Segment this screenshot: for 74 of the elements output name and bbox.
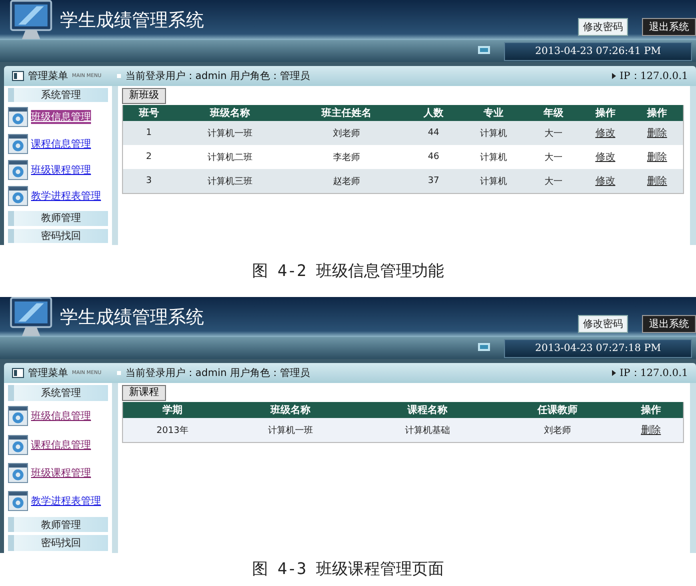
change-password-button[interactable]: 修改密码 <box>578 18 628 36</box>
figure-caption: 图 4-3 班级课程管理页面 <box>252 559 444 580</box>
figure-caption: 图 4-2 班级信息管理功能 <box>252 260 444 282</box>
menu-section[interactable]: 教师管理 <box>8 211 108 226</box>
column-header: 人数 <box>408 105 460 121</box>
table-cell: 计算机 <box>459 121 528 145</box>
column-header: 操作 <box>631 105 683 121</box>
menu-section[interactable]: 系统管理 <box>8 385 108 401</box>
table-cell: 计算机一班 <box>222 418 360 442</box>
table-link[interactable]: 删除 <box>640 425 661 436</box>
table-cell: 刘老师 <box>496 418 619 442</box>
menu-section[interactable]: 密码找回 <box>8 535 108 551</box>
column-header: 年级 <box>528 105 580 121</box>
app-title: 学生成绩管理系统 <box>60 9 204 32</box>
table-cell: 44 <box>408 121 460 145</box>
table-link[interactable]: 删除 <box>647 128 668 139</box>
menu-link[interactable]: 课程信息管理 <box>31 136 91 151</box>
menu-section[interactable]: 密码找回 <box>8 228 108 244</box>
column-header: 课程名称 <box>359 402 496 418</box>
table-cell: 计算机 <box>459 169 528 193</box>
table-cell: 李老师 <box>285 145 408 169</box>
user-info: 当前登录用户：admin 用户角色：管理员 <box>125 366 310 380</box>
add-button[interactable]: 新课程 <box>122 385 166 401</box>
menu-link[interactable]: 班级信息管理 <box>31 409 91 424</box>
menu-link[interactable]: 教学进程表管理 <box>31 494 101 508</box>
table-cell: 2 <box>123 145 175 169</box>
menu-section[interactable]: 系统管理 <box>8 88 108 102</box>
app-title: 学生成绩管理系统 <box>60 306 204 329</box>
table-cell: 1 <box>123 121 175 145</box>
table-cell: 大一 <box>528 145 580 169</box>
add-button[interactable]: 新班级 <box>122 88 166 104</box>
menu-link[interactable]: 班级课程管理 <box>31 466 91 480</box>
table-cell: 计算机 <box>459 145 528 169</box>
change-password-button[interactable]: 修改密码 <box>578 315 628 333</box>
table-link[interactable]: 修改 <box>595 176 616 187</box>
column-header: 学期 <box>123 402 222 418</box>
column-header: 班级名称 <box>174 105 286 121</box>
menu-link[interactable]: 教学进程表管理 <box>31 189 101 204</box>
table-cell: 计算机二班 <box>174 145 286 169</box>
ip-address: IP：127.0.0.1 <box>620 367 688 380</box>
table-link[interactable]: 删除 <box>647 152 668 163</box>
table-cell: 大一 <box>528 169 580 193</box>
menu-title: 管理菜单 <box>28 70 68 83</box>
table-cell: 赵老师 <box>285 169 408 193</box>
column-header: 操作 <box>579 105 632 121</box>
table-cell: 计算机三班 <box>174 169 286 193</box>
column-header: 专业 <box>459 105 528 121</box>
menu-link[interactable]: 课程信息管理 <box>31 438 91 452</box>
logout-button[interactable]: 退出系统 <box>642 18 696 36</box>
table-link[interactable]: 删除 <box>647 176 668 187</box>
table-cell: 计算机一班 <box>174 121 286 145</box>
table-cell: 3 <box>123 169 175 193</box>
menu-link[interactable]: 班级信息管理 <box>31 110 91 124</box>
datetime-display: 2013-04-23 07:27:18 PM <box>504 338 692 358</box>
table-cell: 37 <box>408 169 460 193</box>
user-info: 当前登录用户：admin 用户角色：管理员 <box>125 70 310 83</box>
menu-title: 管理菜单 <box>28 366 68 380</box>
table-link[interactable]: 修改 <box>595 152 616 163</box>
column-header: 班级名称 <box>222 402 360 418</box>
table-cell: 2013年 <box>123 418 222 442</box>
logout-button[interactable]: 退出系统 <box>642 315 696 333</box>
column-header: 班主任姓名 <box>285 105 408 121</box>
table-cell: 46 <box>408 145 460 169</box>
datetime-display: 2013-04-23 07:26:41 PM <box>504 42 692 60</box>
table-cell: 大一 <box>528 121 580 145</box>
table-cell: 计算机基础 <box>359 418 496 442</box>
column-header: 班号 <box>123 105 175 121</box>
menu-link[interactable]: 班级课程管理 <box>31 163 91 178</box>
menu-section[interactable]: 教师管理 <box>8 516 108 532</box>
column-header: 任课教师 <box>496 402 619 418</box>
ip-address: IP：127.0.0.1 <box>620 70 688 83</box>
table-link[interactable]: 修改 <box>595 128 616 139</box>
column-header: 操作 <box>618 402 683 418</box>
table-cell: 刘老师 <box>285 121 408 145</box>
